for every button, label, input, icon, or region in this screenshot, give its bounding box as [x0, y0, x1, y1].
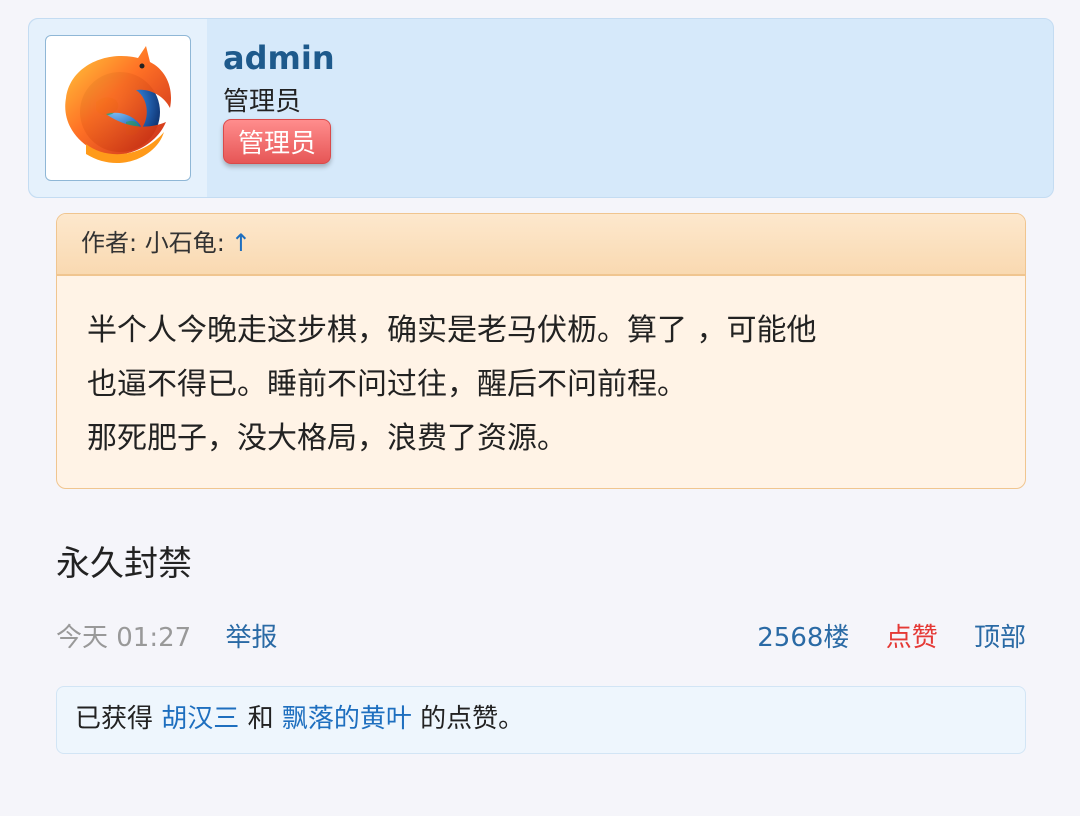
- quote-box: 作者: 小石龟: ↑ 半个人今晚走这步棋，确实是老马伏枥。算了 ，可能他 也逼不得…: [56, 213, 1026, 489]
- likes-box: 已获得 胡汉三 和 飘落的黄叶 的点赞。: [56, 686, 1026, 754]
- report-link[interactable]: 举报: [225, 623, 277, 653]
- avatar-panel: [29, 19, 207, 197]
- avatar[interactable]: [45, 35, 191, 181]
- jump-to-quote-icon[interactable]: ↑: [231, 229, 251, 257]
- quote-line: 那死肥子，没大格局，浪费了资源。: [87, 421, 567, 456]
- post-meta-bar: 今天 01:27 举报 2568楼 点赞 顶部: [56, 618, 1026, 658]
- quote-author: 作者: 小石龟:: [81, 229, 225, 257]
- likes-suffix: 的点赞。: [420, 704, 525, 734]
- firefox-logo-icon: [65, 46, 172, 163]
- liker-link[interactable]: 飘落的黄叶: [282, 704, 412, 734]
- quote-line: 半个人今晚走这步棋，确实是老马伏枥。算了 ，可能他: [87, 313, 817, 348]
- floor-number-link[interactable]: 2568楼: [757, 623, 849, 653]
- likes-prefix: 已获得: [75, 704, 154, 734]
- quote-body: 半个人今晚走这步棋，确实是老马伏枥。算了 ，可能他 也逼不得已。睡前不问过往，醒…: [57, 276, 1025, 466]
- username[interactable]: admin: [223, 39, 335, 77]
- quote-line: 也逼不得已。睡前不问过往，醒后不问前程。: [87, 367, 687, 402]
- liker-link[interactable]: 胡汉三: [161, 704, 239, 734]
- quote-header: 作者: 小石龟: ↑: [57, 214, 1025, 276]
- user-card: admin 管理员 管理员: [28, 18, 1054, 198]
- post-content: 永久封禁: [56, 544, 192, 584]
- back-to-top-link[interactable]: 顶部: [974, 623, 1026, 653]
- likes-joiner: 和: [247, 704, 274, 734]
- post-actions: 2568楼 点赞 顶部: [757, 618, 1026, 658]
- like-button[interactable]: 点赞: [886, 623, 938, 653]
- post-time: 今天 01:27: [56, 623, 192, 653]
- role-badge: 管理员: [223, 119, 332, 164]
- user-title: 管理员: [223, 87, 302, 117]
